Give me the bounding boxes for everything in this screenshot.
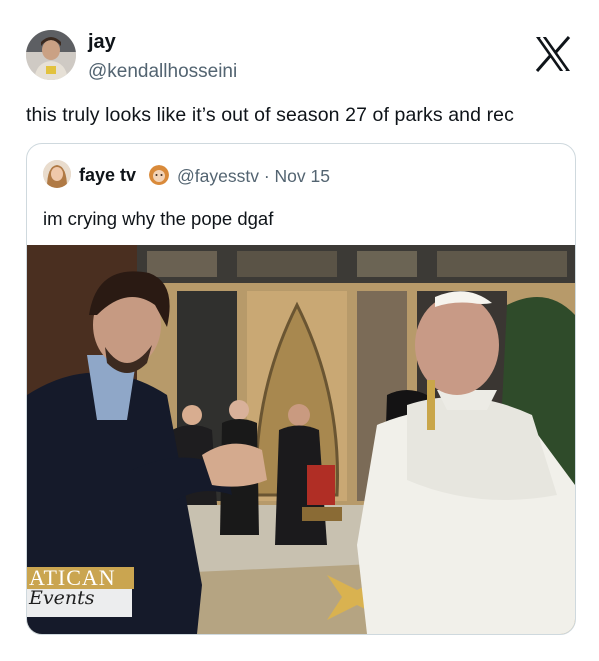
quoted-author-name[interactable]: faye tv xyxy=(79,165,136,186)
tweet-text: this truly looks like it’s out of season… xyxy=(26,104,514,126)
tweet-photo[interactable]: ATICAN Events xyxy=(27,245,575,634)
quoted-author-avatar[interactable] xyxy=(43,160,71,188)
verified-badge-icon xyxy=(149,165,169,185)
quoted-tweet[interactable]: faye tv @fayesstv · Nov 15 im crying why… xyxy=(26,143,576,635)
channel-watermark: ATICAN Events xyxy=(27,567,134,617)
quoted-tweet-text: im crying why the pope dgaf xyxy=(43,208,274,229)
author-handle[interactable]: @kendallhosseini xyxy=(88,61,237,83)
author-name[interactable]: jay xyxy=(88,31,116,54)
watermark-bottom-text: Events xyxy=(29,587,95,609)
quoted-author-handle[interactable]: @fayesstv · Nov 15 xyxy=(177,166,330,187)
author-avatar[interactable] xyxy=(26,30,76,80)
x-logo-icon[interactable] xyxy=(533,34,573,74)
watermark-top-text: ATICAN xyxy=(27,567,134,589)
